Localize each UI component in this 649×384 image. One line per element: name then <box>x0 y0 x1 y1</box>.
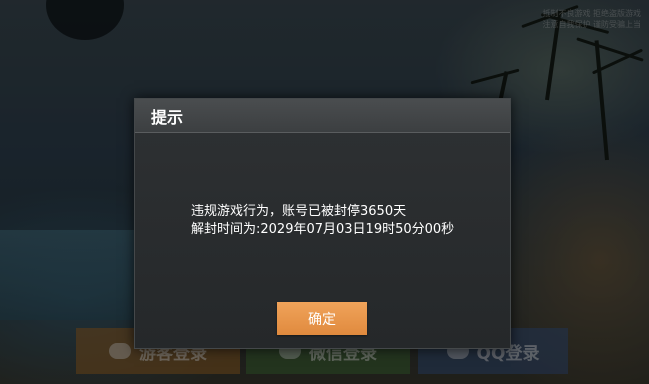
unban-time-text: 解封时间为:2029年07月03日19时50分00秒 <box>191 222 455 237</box>
confirm-button[interactable]: 确定 <box>277 302 367 335</box>
dialog-title: 提示 <box>151 107 184 127</box>
dialog-header: 提示 <box>135 99 510 133</box>
ban-notice-dialog: 提示 违规游戏行为，账号已被封停3650天 解封时间为:2029年07月03日1… <box>134 98 511 349</box>
ban-reason-text: 违规游戏行为，账号已被封停3650天 <box>191 204 407 219</box>
dialog-message: 违规游戏行为，账号已被封停3650天 解封时间为:2029年07月03日19时5… <box>191 203 454 239</box>
